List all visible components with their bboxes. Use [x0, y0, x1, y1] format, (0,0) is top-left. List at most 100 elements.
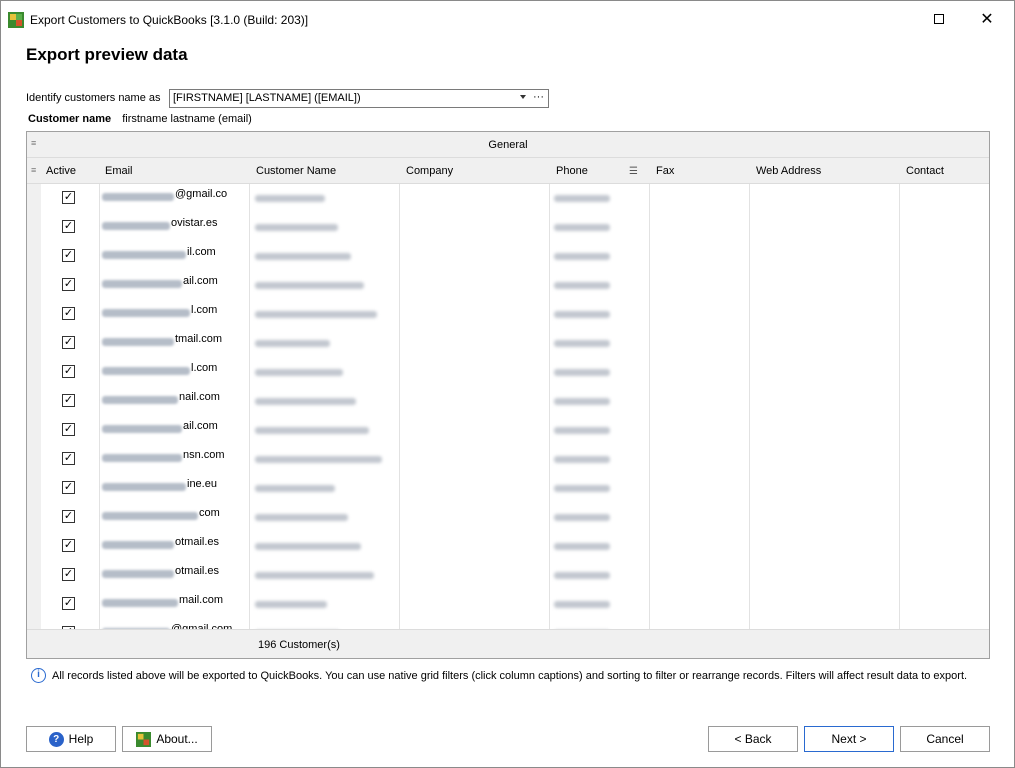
email-cell: ail.com	[183, 420, 218, 432]
table-row[interactable]: ✓ l.com	[27, 358, 989, 387]
customer-name-redacted	[255, 224, 338, 231]
active-checkbox[interactable]: ✓	[62, 481, 75, 494]
preview-grid[interactable]: ≡ General ≡ Active Email Customer Name C…	[26, 131, 990, 659]
email-redacted	[102, 570, 174, 578]
customer-name-redacted	[255, 311, 377, 318]
active-checkbox[interactable]: ✓	[62, 220, 75, 233]
table-row[interactable]: ✓ nail.com	[27, 387, 989, 416]
column-header-company[interactable]: Company	[406, 165, 453, 177]
customer-name-redacted	[255, 485, 335, 492]
close-icon: ✕	[980, 11, 994, 28]
table-row[interactable]: ✓ il.com	[27, 242, 989, 271]
table-row[interactable]: ✓ ovistar.es	[27, 213, 989, 242]
email-cell: il.com	[187, 246, 216, 258]
customer-name-redacted	[255, 340, 330, 347]
table-row[interactable]: ✓ ine.eu	[27, 474, 989, 503]
active-checkbox[interactable]: ✓	[62, 597, 75, 610]
info-icon: i	[31, 668, 46, 683]
next-button[interactable]: Next >	[804, 726, 894, 752]
column-grip-icon[interactable]: ≡	[31, 165, 36, 175]
ellipsis-button[interactable]: ···	[533, 91, 544, 103]
column-header-fax[interactable]: Fax	[656, 165, 674, 177]
email-redacted	[102, 367, 190, 375]
identify-value: [FIRSTNAME] [LASTNAME] ([EMAIL])	[173, 92, 361, 104]
identify-combobox[interactable]: [FIRSTNAME] [LASTNAME] ([EMAIL]) ···	[169, 89, 549, 108]
identify-label: Identify customers name as	[26, 92, 161, 104]
active-checkbox[interactable]: ✓	[62, 336, 75, 349]
column-header-customer-name[interactable]: Customer Name	[256, 165, 336, 177]
phone-redacted	[554, 543, 610, 550]
column-header-phone[interactable]: Phone	[556, 165, 588, 177]
email-cell: com	[199, 507, 220, 519]
active-checkbox[interactable]: ✓	[62, 394, 75, 407]
customer-name-redacted	[255, 369, 343, 376]
email-redacted	[102, 338, 174, 346]
active-checkbox[interactable]: ✓	[62, 423, 75, 436]
email-cell: l.com	[191, 362, 218, 374]
filter-icon[interactable]: ☰	[629, 166, 638, 177]
phone-redacted	[554, 601, 610, 608]
customer-name-redacted	[255, 572, 374, 579]
active-checkbox[interactable]: ✓	[62, 568, 75, 581]
customer-name-redacted	[255, 195, 325, 202]
active-checkbox[interactable]: ✓	[62, 307, 75, 320]
email-cell: tmail.com	[175, 333, 223, 345]
table-row[interactable]: ✓ mail.com	[27, 590, 989, 619]
customer-name-redacted	[255, 282, 364, 289]
cancel-button[interactable]: Cancel	[900, 726, 990, 752]
info-message: i All records listed above will be expor…	[31, 668, 967, 683]
phone-redacted	[554, 224, 610, 231]
phone-redacted	[554, 282, 610, 289]
email-cell: mail.com	[179, 594, 224, 606]
email-redacted	[102, 541, 174, 549]
email-redacted	[102, 309, 190, 317]
table-row[interactable]: ✓ @gmail.co	[27, 184, 989, 213]
chevron-down-icon[interactable]	[520, 95, 526, 99]
active-checkbox[interactable]: ✓	[62, 278, 75, 291]
column-header-active[interactable]: Active	[46, 165, 76, 177]
close-button[interactable]: ✕	[964, 3, 1010, 35]
email-redacted	[102, 425, 182, 433]
email-redacted	[102, 454, 182, 462]
customer-name-redacted	[255, 514, 348, 521]
email-cell: @gmail.co	[175, 188, 228, 200]
about-button[interactable]: About...	[122, 726, 212, 752]
table-row[interactable]: ✓ otmail.es	[27, 561, 989, 590]
email-cell: otmail.es	[175, 565, 220, 577]
maximize-button[interactable]	[916, 3, 962, 35]
active-checkbox[interactable]: ✓	[62, 510, 75, 523]
table-row[interactable]: ✓ ail.com	[27, 271, 989, 300]
customer-name-redacted	[255, 543, 361, 550]
column-header-row: ≡ Active Email Customer Name Company Pho…	[27, 158, 989, 184]
table-row[interactable]: ✓ l.com	[27, 300, 989, 329]
table-row[interactable]: ✓ tmail.com	[27, 329, 989, 358]
back-button[interactable]: < Back	[708, 726, 798, 752]
phone-redacted	[554, 311, 610, 318]
phone-redacted	[554, 456, 610, 463]
customer-name-preview: Customer name firstname lastname (email)	[28, 113, 252, 125]
customer-name-redacted	[255, 601, 327, 608]
phone-redacted	[554, 253, 610, 260]
customer-name-value: firstname lastname (email)	[122, 113, 252, 125]
active-checkbox[interactable]: ✓	[62, 249, 75, 262]
email-redacted	[102, 396, 178, 404]
column-header-contact[interactable]: Contact	[906, 165, 944, 177]
table-row[interactable]: ✓ nsn.com	[27, 445, 989, 474]
band-title: General	[488, 139, 528, 151]
info-text: All records listed above will be exporte…	[52, 669, 968, 682]
active-checkbox[interactable]: ✓	[62, 539, 75, 552]
active-checkbox[interactable]: ✓	[62, 365, 75, 378]
customer-name-redacted	[255, 253, 351, 260]
help-button[interactable]: ? Help	[26, 726, 116, 752]
table-row[interactable]: ✓ ail.com	[27, 416, 989, 445]
table-row[interactable]: ✓@gmail.com	[27, 619, 989, 629]
column-header-web-address[interactable]: Web Address	[756, 165, 821, 177]
table-row[interactable]: ✓ com	[27, 503, 989, 532]
phone-redacted	[554, 485, 610, 492]
active-checkbox[interactable]: ✓	[62, 191, 75, 204]
page-title: Export preview data	[26, 45, 188, 64]
customer-name-label: Customer name	[28, 113, 112, 125]
table-row[interactable]: ✓ otmail.es	[27, 532, 989, 561]
active-checkbox[interactable]: ✓	[62, 452, 75, 465]
column-header-email[interactable]: Email	[105, 165, 133, 177]
